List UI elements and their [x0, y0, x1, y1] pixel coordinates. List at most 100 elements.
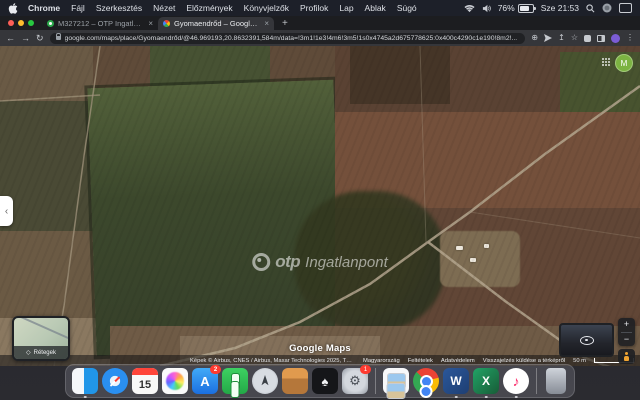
terms-link[interactable]: Feltételek — [408, 358, 433, 364]
app-store-icon[interactable]: A 2 — [192, 368, 218, 394]
photos-icon[interactable] — [162, 368, 188, 394]
menu-bar-clock[interactable]: Sze 21:53 — [541, 3, 579, 13]
new-tab-button[interactable]: + — [274, 18, 296, 30]
close-tab-icon[interactable]: × — [264, 19, 269, 28]
menu-bar: Chrome Fájl Szerkesztés Nézet Előzmények… — [0, 0, 640, 16]
google-apps-grid-icon[interactable] — [602, 58, 610, 66]
pegman-icon — [624, 352, 630, 361]
music-icon[interactable]: ♪ — [503, 368, 529, 394]
tab-otp-ingatlanpont[interactable]: M327212 – OTP Ingatlanpont × — [42, 17, 158, 30]
gear-icon: ⚙ — [349, 373, 361, 389]
street-view-thumbnail[interactable] — [559, 323, 614, 357]
field-boundary — [470, 212, 640, 238]
forward-button[interactable]: → — [21, 34, 30, 43]
menu-item-help[interactable]: Súgó — [397, 3, 417, 13]
otp-watermark: otp Ingatlanpont — [252, 252, 388, 272]
chrome-icon[interactable] — [413, 368, 439, 394]
safari-icon[interactable] — [102, 368, 128, 394]
more-menu-icon[interactable]: ⋮ — [626, 34, 634, 42]
lock-icon — [56, 36, 61, 40]
app-store-glyph: A — [200, 374, 209, 389]
pegman-button[interactable] — [618, 349, 635, 364]
spade-app-icon[interactable]: ♠ — [312, 368, 338, 394]
upload-icon[interactable]: ↥ — [558, 34, 565, 42]
menu-item-chrome[interactable]: Chrome — [28, 3, 60, 13]
dock-separator — [536, 368, 537, 394]
close-tab-icon[interactable]: × — [148, 19, 153, 28]
green-app-icon[interactable] — [222, 368, 248, 394]
chevron-left-icon: ‹ — [5, 206, 8, 217]
system-settings-icon[interactable]: ⚙ 1 — [342, 368, 368, 394]
map-layers-toggle[interactable]: ◇ Rétegek — [12, 316, 70, 361]
side-panel-icon[interactable] — [597, 35, 605, 42]
menu-item-tab[interactable]: Lap — [339, 3, 353, 13]
battery-icon — [518, 4, 534, 13]
back-button[interactable]: ← — [6, 34, 15, 43]
minimize-window-button[interactable] — [18, 20, 24, 26]
layers-label: Rétegek — [34, 350, 56, 356]
google-maps-favicon — [163, 20, 170, 27]
word-glyph: W — [450, 374, 461, 388]
menu-item-window[interactable]: Ablak — [365, 3, 386, 13]
tab-bar: M327212 – OTP Ingatlanpont × Gyomaendrőd… — [0, 16, 640, 30]
road-network — [0, 46, 640, 366]
tab-title: M327212 – OTP Ingatlanpont — [58, 19, 144, 28]
otp-logo-icon — [252, 253, 270, 271]
country-label: Magyarország — [363, 358, 400, 364]
siri-icon[interactable] — [602, 3, 612, 13]
road-line — [0, 95, 100, 101]
reload-button[interactable]: ↻ — [36, 34, 44, 43]
volume-icon[interactable] — [482, 4, 491, 13]
zoom-control: + − — [618, 318, 635, 346]
apple-menu-icon[interactable] — [8, 3, 18, 14]
desktop: Chrome Fájl Szerkesztés Nézet Előzmények… — [0, 0, 640, 400]
feedback-link[interactable]: Visszajelzés küldése a térképről — [483, 358, 565, 364]
menu-item-profiles[interactable]: Profilok — [300, 3, 328, 13]
battery-indicator[interactable]: 76% — [498, 3, 534, 13]
zoom-out-button[interactable]: − — [618, 333, 635, 347]
spotlight-search-icon[interactable] — [586, 4, 595, 13]
box-app-icon[interactable] — [282, 368, 308, 394]
menu-item-edit[interactable]: Szerkesztés — [96, 3, 142, 13]
calendar-icon[interactable]: 15 — [132, 368, 158, 394]
trash-icon[interactable] — [546, 368, 566, 394]
word-icon[interactable]: W — [443, 368, 469, 394]
wifi-icon[interactable] — [464, 4, 475, 13]
watermark-ingatlanpont: Ingatlanpont — [305, 254, 388, 271]
side-panel-collapse-button[interactable]: ‹ — [0, 196, 13, 226]
calendar-day: 15 — [139, 375, 151, 394]
window-controls — [0, 20, 42, 30]
address-bar[interactable]: google.com/maps/place/Gyomaendrőd/@46.96… — [50, 33, 526, 44]
chrome-window: M327212 – OTP Ingatlanpont × Gyomaendrőd… — [0, 16, 640, 366]
extensions-icon[interactable] — [584, 35, 591, 42]
menu-item-file[interactable]: Fájl — [71, 3, 85, 13]
menu-item-view[interactable]: Nézet — [153, 3, 175, 13]
excel-icon[interactable]: X — [473, 368, 499, 394]
dock: 15 A 2 ♠ ⚙ 1 W X ♪ — [65, 364, 575, 398]
spade-glyph: ♠ — [322, 374, 329, 389]
menu-item-bookmarks[interactable]: Könyvjelzők — [244, 3, 289, 13]
zoom-in-button[interactable]: + — [618, 318, 635, 332]
preview-icon[interactable] — [383, 368, 409, 394]
launchpad-icon[interactable] — [252, 368, 278, 394]
settings-badge: 1 — [360, 365, 371, 374]
menu-item-history[interactable]: Előzmények — [186, 3, 232, 13]
browser-profile-avatar[interactable] — [611, 34, 620, 43]
finder-icon[interactable] — [72, 368, 98, 394]
control-center-icon[interactable] — [619, 3, 632, 13]
tab-google-maps[interactable]: Gyomaendrőd – Google Térkép × — [158, 17, 274, 30]
photosphere-icon — [580, 336, 594, 345]
bookmark-star-icon[interactable]: ☆ — [571, 34, 578, 42]
app-store-badge: 2 — [210, 365, 221, 374]
account-avatar[interactable]: M — [615, 54, 633, 72]
dock-separator — [375, 368, 376, 394]
maximize-window-button[interactable] — [28, 20, 34, 26]
scale-label: 50 m — [573, 358, 586, 364]
url-text: google.com/maps/place/Gyomaendrőd/@46.96… — [65, 35, 518, 42]
close-window-button[interactable] — [8, 20, 14, 26]
share-icon[interactable] — [544, 34, 552, 42]
music-note-glyph: ♪ — [513, 373, 520, 389]
satellite-map[interactable]: ‹ M otp Ingatlanpont ◇ Rétegek Google Ma… — [0, 46, 640, 366]
globe-icon[interactable]: ⊕ — [531, 34, 538, 42]
privacy-link[interactable]: Adatvédelem — [441, 358, 475, 364]
